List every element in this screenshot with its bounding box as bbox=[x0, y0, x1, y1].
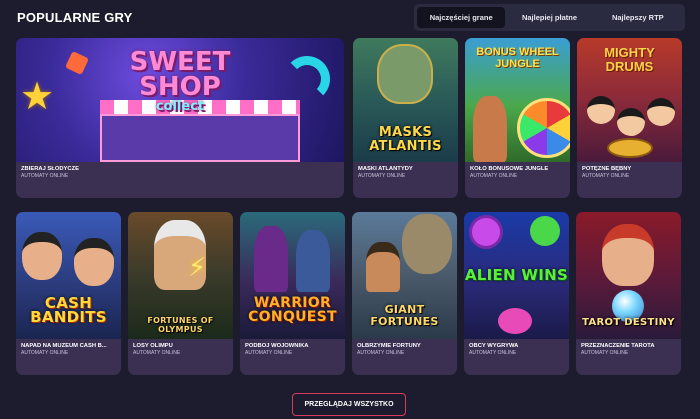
game-thumbnail: TAROT DESTINY bbox=[576, 212, 681, 339]
character-figure bbox=[366, 242, 400, 292]
character-figure bbox=[473, 96, 507, 162]
game-thumbnail: ★ SWEET SHOP collect bbox=[16, 38, 344, 162]
alien-icon bbox=[498, 308, 532, 334]
game-thumbnail: ⚡ FORTUNES OF OLYMPUS bbox=[128, 212, 233, 339]
game-name: MASKI ATLANTYDY bbox=[358, 166, 413, 172]
game-info: NAPAD NA MUZEUM CASH B... AUTOMATY ONLIN… bbox=[16, 339, 121, 375]
character-figure bbox=[402, 214, 452, 274]
game-card[interactable]: CASH BANDITS NAPAD NA MUZEUM CASH B... A… bbox=[16, 212, 121, 375]
game-info: MASKI ATLANTYDY AUTOMATY ONLINE bbox=[353, 162, 458, 198]
game-category: AUTOMATY ONLINE bbox=[582, 173, 630, 179]
game-thumbnail: CASH BANDITS bbox=[16, 212, 121, 339]
game-name: PRZEZNACZENIE TAROTA bbox=[581, 343, 655, 349]
game-category: AUTOMATY ONLINE bbox=[245, 350, 293, 356]
character-figure bbox=[647, 98, 675, 126]
game-thumbnail: MIGHTY DRUMS bbox=[577, 38, 682, 162]
shop-counter bbox=[100, 114, 300, 162]
game-name: OLBRZYMIE FORTUNY bbox=[357, 343, 421, 349]
character-figure bbox=[296, 230, 330, 292]
game-name: NAPAD NA MUZEUM CASH B... bbox=[21, 343, 107, 349]
game-info: ZBIERAJ SŁODYCZE AUTOMATY ONLINE bbox=[16, 162, 344, 198]
game-logo: ALIEN WINS bbox=[464, 266, 569, 284]
lightning-icon: ⚡ bbox=[188, 252, 207, 282]
game-card[interactable]: TAROT DESTINY PRZEZNACZENIE TAROTA AUTOM… bbox=[576, 212, 681, 375]
game-logo: WARRIOR CONQUEST bbox=[248, 295, 337, 325]
mask-icon bbox=[377, 44, 433, 104]
character-figure bbox=[254, 226, 288, 292]
drum-icon bbox=[607, 138, 653, 158]
game-logo: MIGHTY DRUMS bbox=[604, 45, 655, 74]
game-logo: BONUS WHEEL JUNGLE bbox=[476, 46, 559, 70]
character-figure bbox=[602, 224, 654, 286]
game-card[interactable]: MASKS ATLANTIS MASKI ATLANTYDY AUTOMATY … bbox=[353, 38, 458, 198]
game-category: AUTOMATY ONLINE bbox=[581, 350, 629, 356]
view-all-button[interactable]: PRZEGLĄDAJ WSZYSTKO bbox=[292, 393, 406, 416]
game-name: LOSY OLIMPU bbox=[133, 343, 173, 349]
tab-best-paying[interactable]: Najlepiej płatne bbox=[505, 7, 593, 28]
game-name: KOŁO BONUSOWE JUNGLE bbox=[470, 166, 549, 172]
game-info: OLBRZYMIE FORTUNY AUTOMATY ONLINE bbox=[352, 339, 457, 375]
character-figure bbox=[74, 238, 114, 286]
game-info: OBCY WYGRYWA AUTOMATY ONLINE bbox=[464, 339, 569, 375]
game-logo: MASKS ATLANTIS bbox=[369, 125, 442, 154]
game-category: AUTOMATY ONLINE bbox=[21, 173, 69, 179]
wheel-icon bbox=[517, 98, 570, 158]
game-card[interactable]: ⚡ FORTUNES OF OLYMPUS LOSY OLIMPU AUTOMA… bbox=[128, 212, 233, 375]
section-title: POPULARNE GRY bbox=[17, 10, 133, 25]
planet-icon bbox=[472, 218, 500, 246]
sort-tabs: Najczęściej grane Najlepiej płatne Najle… bbox=[414, 4, 685, 31]
game-category: AUTOMATY ONLINE bbox=[133, 350, 181, 356]
game-card[interactable]: GIANT FORTUNES OLBRZYMIE FORTUNY AUTOMAT… bbox=[352, 212, 457, 375]
game-category: AUTOMATY ONLINE bbox=[358, 173, 406, 179]
game-name: ZBIERAJ SŁODYCZE bbox=[21, 166, 79, 172]
game-card-featured[interactable]: ★ SWEET SHOP collect ZBIERAJ SŁODYCZE AU… bbox=[16, 38, 344, 198]
game-logo: TAROT DESTINY bbox=[582, 317, 675, 328]
game-thumbnail: BONUS WHEEL JUNGLE bbox=[465, 38, 570, 162]
tab-most-played[interactable]: Najczęściej grane bbox=[417, 7, 506, 28]
character-figure bbox=[617, 108, 645, 136]
alien-icon bbox=[530, 216, 560, 246]
game-category: AUTOMATY ONLINE bbox=[470, 173, 518, 179]
game-logo: FORTUNES OF OLYMPUS bbox=[147, 316, 214, 334]
character-figure bbox=[22, 232, 62, 280]
game-category: AUTOMATY ONLINE bbox=[357, 350, 405, 356]
game-name: OBCY WYGRYWA bbox=[469, 343, 519, 349]
game-info: PODBÓJ WOJOWNIKA AUTOMATY ONLINE bbox=[240, 339, 345, 375]
game-info: POTĘŻNE BĘBNY AUTOMATY ONLINE bbox=[577, 162, 682, 198]
game-card[interactable]: MIGHTY DRUMS POTĘŻNE BĘBNY AUTOMATY ONLI… bbox=[577, 38, 682, 198]
game-category: AUTOMATY ONLINE bbox=[469, 350, 517, 356]
game-name: POTĘŻNE BĘBNY bbox=[582, 166, 632, 172]
game-logo: CASH BANDITS bbox=[30, 294, 107, 326]
game-card[interactable]: BONUS WHEEL JUNGLE KOŁO BONUSOWE JUNGLE … bbox=[465, 38, 570, 198]
game-name: PODBÓJ WOJOWNIKA bbox=[245, 343, 309, 349]
tab-best-rtp[interactable]: Najlepszy RTP bbox=[594, 7, 682, 28]
game-thumbnail: MASKS ATLANTIS bbox=[353, 38, 458, 162]
character-figure bbox=[587, 96, 615, 124]
game-thumbnail: GIANT FORTUNES bbox=[352, 212, 457, 339]
game-info: LOSY OLIMPU AUTOMATY ONLINE bbox=[128, 339, 233, 375]
game-info: KOŁO BONUSOWE JUNGLE AUTOMATY ONLINE bbox=[465, 162, 570, 198]
game-logo: GIANT FORTUNES bbox=[370, 303, 439, 328]
game-thumbnail: ALIEN WINS bbox=[464, 212, 569, 339]
game-card[interactable]: ALIEN WINS OBCY WYGRYWA AUTOMATY ONLINE bbox=[464, 212, 569, 375]
game-card[interactable]: WARRIOR CONQUEST PODBÓJ WOJOWNIKA AUTOMA… bbox=[240, 212, 345, 375]
game-logo: SWEET SHOP collect bbox=[129, 47, 231, 114]
game-info: PRZEZNACZENIE TAROTA AUTOMATY ONLINE bbox=[576, 339, 681, 375]
game-thumbnail: WARRIOR CONQUEST bbox=[240, 212, 345, 339]
game-category: AUTOMATY ONLINE bbox=[21, 350, 69, 356]
